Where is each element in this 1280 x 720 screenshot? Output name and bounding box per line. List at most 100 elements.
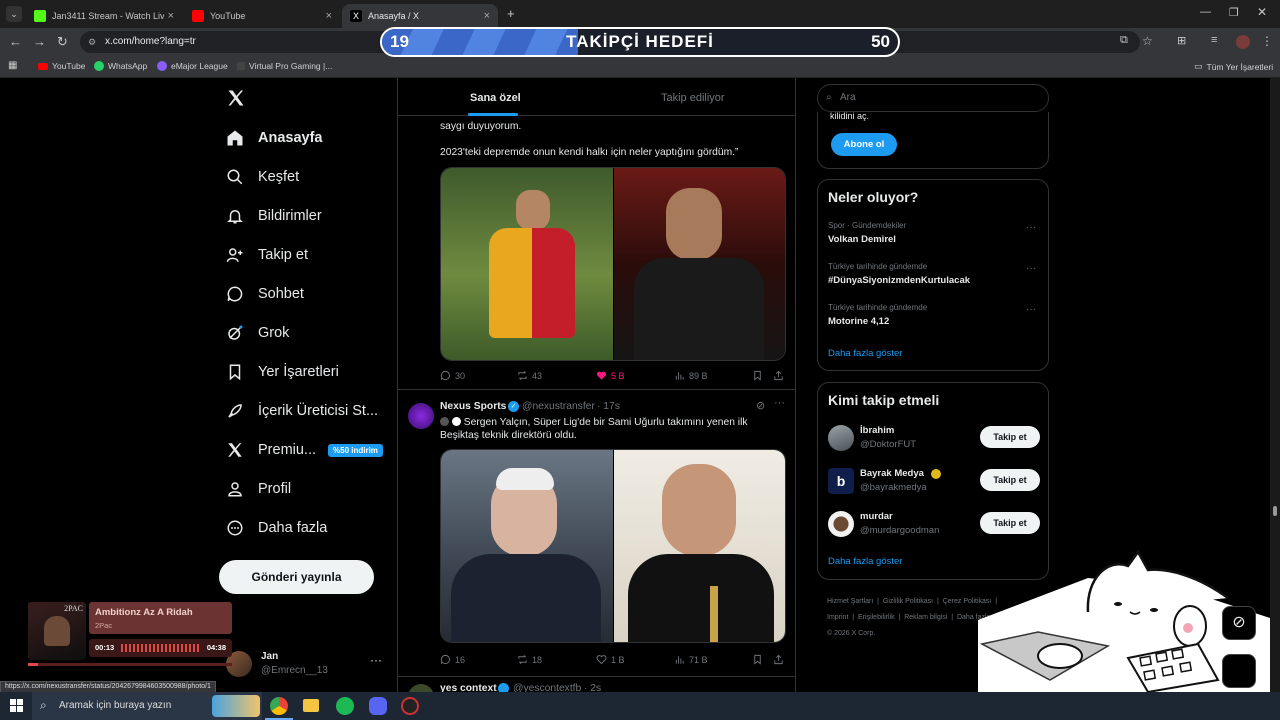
tab-for-you[interactable]: Sana özel: [470, 92, 521, 104]
views-button[interactable]: 71 B: [674, 654, 708, 665]
reply-button[interactable]: 16: [440, 654, 465, 665]
more-dots-icon[interactable]: ···: [1026, 222, 1036, 233]
nav-creator-studio[interactable]: İçerik Üreticisi St...: [226, 402, 378, 420]
more-dots-icon[interactable]: ···: [1026, 304, 1036, 315]
back-icon[interactable]: ←: [9, 34, 22, 49]
nav-home[interactable]: Anasayfa: [226, 129, 322, 147]
repost-button[interactable]: 43: [517, 370, 542, 381]
restore-icon[interactable]: ❐: [1229, 6, 1239, 19]
bookmark-button[interactable]: [752, 370, 763, 381]
reload-icon[interactable]: ↻: [57, 34, 68, 50]
author-handle[interactable]: @nexustransfer: [522, 401, 595, 412]
repost-button[interactable]: 18: [517, 654, 542, 665]
follow-button[interactable]: Takip et: [980, 426, 1040, 448]
share-button[interactable]: [773, 370, 784, 381]
avatar[interactable]: [408, 403, 434, 429]
tab-youtube[interactable]: YouTube ×: [184, 4, 340, 28]
trends-show-more[interactable]: Daha fazla göster: [828, 348, 902, 359]
close-icon[interactable]: ×: [484, 10, 490, 22]
site-info-icon[interactable]: ⚙: [88, 31, 96, 53]
footer-link[interactable]: Erişilebilirlik: [858, 614, 895, 621]
nav-bookmarks[interactable]: Yer İşaretleri: [226, 363, 339, 381]
nav-follow[interactable]: Takip et: [226, 246, 308, 264]
tweet-media[interactable]: [440, 449, 786, 643]
like-button[interactable]: 1 B: [596, 654, 625, 665]
tweet[interactable]: saygı duyuyorum. 2023'teki depremde onun…: [398, 116, 796, 390]
nav-grok[interactable]: Grok: [226, 324, 289, 342]
media-photo-left[interactable]: [441, 168, 613, 360]
bookmark-youtube[interactable]: YouTube: [38, 61, 85, 71]
obs-icon[interactable]: [401, 697, 419, 715]
author-name[interactable]: yes context: [440, 683, 497, 692]
grok-icon[interactable]: ⊘: [756, 399, 765, 412]
x-logo-icon[interactable]: [226, 88, 246, 113]
spotify-icon[interactable]: [336, 697, 354, 715]
forward-icon[interactable]: →: [33, 34, 46, 49]
discord-icon[interactable]: [369, 697, 387, 715]
messages-floating-button[interactable]: [1222, 654, 1256, 688]
nav-premium[interactable]: Premiu... %50 indirim: [226, 441, 383, 459]
tweet-time[interactable]: · 17s: [597, 401, 620, 412]
nav-more[interactable]: Daha fazla: [226, 519, 327, 537]
subscribe-button[interactable]: Abone ol: [831, 133, 897, 156]
media-photo-left[interactable]: [441, 450, 613, 642]
bookmark-button[interactable]: [752, 654, 763, 665]
taskbar-search-input[interactable]: ⌕ Aramak için buraya yazın: [32, 692, 262, 720]
window-close-icon[interactable]: ✕: [1257, 5, 1267, 19]
tweet-media[interactable]: [440, 167, 786, 361]
author-name[interactable]: Nexus Sports: [440, 401, 506, 412]
bookmark-vpg[interactable]: Virtual Pro Gaming |...: [237, 61, 332, 71]
nav-profile[interactable]: Profil: [226, 480, 291, 498]
suggested-account[interactable]: murdar @murdargoodman Takip et: [828, 509, 1040, 539]
nav-chat[interactable]: Sohbet: [226, 285, 304, 303]
tweet-time[interactable]: · 2s: [584, 683, 601, 692]
follow-button[interactable]: Takip et: [980, 512, 1040, 534]
menu-list-icon[interactable]: ≡: [1211, 34, 1217, 46]
more-vert-icon[interactable]: ⋮: [1261, 34, 1273, 48]
more-dots-icon[interactable]: ···: [1026, 263, 1036, 274]
close-icon[interactable]: ×: [168, 10, 174, 22]
cast-icon[interactable]: ⧉: [1120, 34, 1128, 47]
apps-grid-icon[interactable]: ▦: [8, 60, 17, 71]
minimize-icon[interactable]: —: [1200, 6, 1211, 18]
bookmark-whatsapp[interactable]: WhatsApp: [94, 61, 147, 71]
more-dots-icon[interactable]: ···: [370, 653, 382, 667]
account-switcher[interactable]: Jan @Emrecn__13 ···: [226, 649, 386, 681]
new-tab-icon[interactable]: +: [507, 6, 515, 21]
tab-kick-stream[interactable]: Jan3411 Stream - Watch Live o ×: [26, 4, 182, 28]
scrollbar-thumb[interactable]: [1273, 506, 1277, 516]
footer-link[interactable]: Hizmet Şartları: [827, 598, 873, 605]
avatar[interactable]: [408, 684, 434, 692]
tab-following[interactable]: Takip ediliyor: [661, 92, 725, 104]
tweet[interactable]: yes context @yescontextfb · 2s: [398, 678, 796, 692]
like-button[interactable]: 5 B: [596, 370, 625, 381]
footer-link[interactable]: Reklam bilgisi: [904, 614, 947, 621]
all-bookmarks[interactable]: ▭ Tüm Yer İşaretleri: [1194, 61, 1273, 72]
post-button[interactable]: Gönderi yayınla: [219, 560, 374, 594]
bookmark-emajor[interactable]: eMajor League: [157, 61, 228, 71]
media-photo-right[interactable]: [614, 168, 785, 360]
nav-notifications[interactable]: Bildirimler: [226, 207, 322, 225]
footer-link[interactable]: Gizlilik Politikası: [883, 598, 933, 605]
bookmark-star-icon[interactable]: ☆: [1142, 34, 1153, 48]
close-icon[interactable]: ×: [326, 10, 332, 22]
share-button[interactable]: [773, 654, 784, 665]
page-scrollbar[interactable]: [1270, 78, 1280, 692]
file-explorer-icon[interactable]: [303, 699, 319, 712]
more-dots-icon[interactable]: ···: [774, 397, 785, 409]
tweet[interactable]: Nexus Sports ✓ @nexustransfer · 17s ⊘ ··…: [398, 391, 796, 677]
windows-start-icon[interactable]: [10, 699, 23, 712]
media-photo-right[interactable]: [614, 450, 785, 642]
grok-floating-button[interactable]: ⊘: [1222, 606, 1256, 640]
suggested-account[interactable]: İbrahim @DoktorFUT Takip et: [828, 423, 1040, 453]
who-show-more[interactable]: Daha fazla göster: [828, 556, 902, 567]
profile-avatar[interactable]: [1236, 35, 1250, 49]
tab-search-icon[interactable]: ⌄: [6, 6, 22, 22]
nav-explore[interactable]: Keşfet: [226, 168, 299, 186]
suggested-account[interactable]: b Bayrak Medya @bayrakmedya Takip et: [828, 466, 1040, 496]
views-button[interactable]: 89 B: [674, 370, 708, 381]
author-handle[interactable]: @yescontextfb: [513, 683, 581, 692]
footer-link[interactable]: Imprint: [827, 614, 848, 621]
extensions-icon[interactable]: ⊞: [1177, 34, 1186, 47]
reply-button[interactable]: 30: [440, 370, 465, 381]
